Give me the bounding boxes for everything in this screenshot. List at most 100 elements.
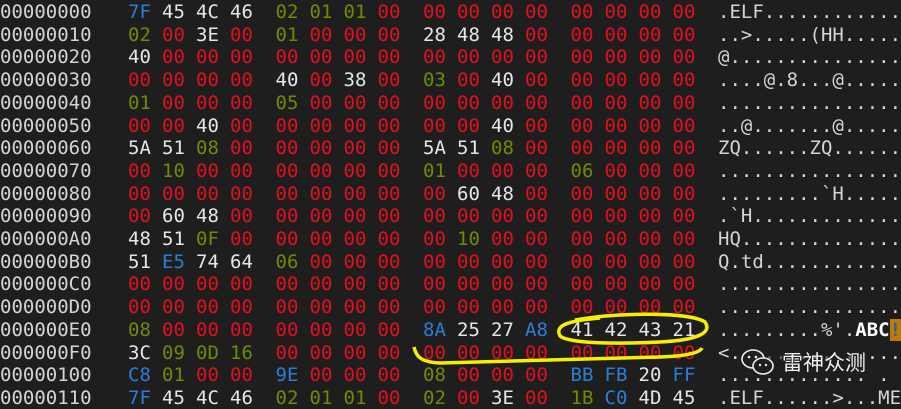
hex-byte[interactable]: 00 bbox=[378, 1, 402, 23]
hex-byte[interactable]: 00 bbox=[525, 342, 549, 364]
hex-byte[interactable]: 00 bbox=[196, 183, 220, 205]
hex-byte[interactable]: 00 bbox=[525, 205, 549, 227]
hex-byte[interactable]: 00 bbox=[525, 160, 549, 182]
hex-byte[interactable]: 00 bbox=[162, 273, 186, 295]
hex-byte[interactable]: 00 bbox=[196, 160, 220, 182]
hex-byte[interactable]: 40 bbox=[128, 46, 152, 68]
hex-byte[interactable]: 00 bbox=[276, 319, 300, 341]
ascii-column[interactable]: .........`H..... bbox=[718, 183, 901, 205]
hex-byte[interactable]: 7F bbox=[128, 1, 152, 23]
hex-byte[interactable]: 00 bbox=[639, 24, 663, 46]
hex-byte[interactable]: 00 bbox=[605, 1, 629, 23]
hex-byte[interactable]: 00 bbox=[673, 296, 697, 318]
hex-byte[interactable]: 00 bbox=[378, 46, 402, 68]
hex-byte[interactable]: 00 bbox=[378, 92, 402, 114]
hex-byte[interactable]: 02 bbox=[276, 1, 300, 23]
hex-byte[interactable]: 00 bbox=[344, 115, 368, 137]
hex-byte[interactable]: 00 bbox=[571, 183, 595, 205]
hex-byte[interactable]: 00 bbox=[378, 183, 402, 205]
hex-byte[interactable]: 00 bbox=[230, 115, 254, 137]
hex-byte[interactable]: 5A bbox=[423, 137, 447, 159]
hex-byte[interactable]: C8 bbox=[128, 364, 152, 386]
hex-byte[interactable]: 00 bbox=[378, 160, 402, 182]
hex-byte[interactable]: 00 bbox=[571, 273, 595, 295]
hex-byte[interactable]: 00 bbox=[457, 92, 481, 114]
hex-byte[interactable]: 00 bbox=[162, 69, 186, 91]
hex-byte[interactable]: 00 bbox=[128, 69, 152, 91]
hex-byte[interactable]: 00 bbox=[378, 251, 402, 273]
hex-byte[interactable]: 00 bbox=[639, 205, 663, 227]
hex-byte[interactable]: 00 bbox=[491, 92, 515, 114]
hex-byte[interactable]: 00 bbox=[491, 1, 515, 23]
hex-byte[interactable]: 08 bbox=[196, 137, 220, 159]
hex-byte[interactable]: 00 bbox=[491, 160, 515, 182]
hex-byte[interactable]: 00 bbox=[230, 205, 254, 227]
hex-byte[interactable]: 51 bbox=[128, 251, 152, 273]
hex-byte[interactable]: 20 bbox=[639, 364, 663, 386]
hex-byte[interactable]: 00 bbox=[639, 296, 663, 318]
hex-byte[interactable]: 00 bbox=[230, 69, 254, 91]
hex-byte[interactable]: 00 bbox=[344, 183, 368, 205]
hex-byte[interactable]: E5 bbox=[162, 251, 186, 273]
hex-byte[interactable]: 00 bbox=[423, 273, 447, 295]
hex-byte[interactable]: 00 bbox=[673, 24, 697, 46]
hex-byte[interactable]: 00 bbox=[310, 24, 334, 46]
hex-byte[interactable]: 00 bbox=[673, 228, 697, 250]
hex-byte[interactable]: 42 bbox=[605, 319, 629, 341]
hex-byte[interactable]: FB bbox=[605, 364, 629, 386]
hex-byte[interactable]: 00 bbox=[423, 92, 447, 114]
hex-byte[interactable]: 00 bbox=[639, 273, 663, 295]
hex-byte[interactable]: 00 bbox=[230, 296, 254, 318]
hex-byte[interactable]: 40 bbox=[491, 115, 515, 137]
hex-byte[interactable]: 00 bbox=[525, 137, 549, 159]
hex-byte[interactable]: 08 bbox=[128, 319, 152, 341]
hex-byte[interactable]: 01 bbox=[128, 92, 152, 114]
hex-byte[interactable]: 00 bbox=[378, 228, 402, 250]
hex-byte[interactable]: 00 bbox=[605, 228, 629, 250]
hex-byte[interactable]: 00 bbox=[276, 296, 300, 318]
hex-byte[interactable]: 00 bbox=[310, 296, 334, 318]
hex-byte[interactable]: 00 bbox=[344, 24, 368, 46]
hex-byte[interactable]: 00 bbox=[525, 228, 549, 250]
hex-byte[interactable]: 00 bbox=[378, 342, 402, 364]
hex-byte[interactable]: 00 bbox=[457, 69, 481, 91]
hex-byte[interactable]: 00 bbox=[276, 160, 300, 182]
hex-byte[interactable]: 00 bbox=[230, 273, 254, 295]
hex-byte[interactable]: 00 bbox=[276, 342, 300, 364]
hex-byte[interactable]: 00 bbox=[230, 24, 254, 46]
hex-byte[interactable]: 00 bbox=[230, 137, 254, 159]
ascii-column[interactable]: ....@.8...@..... bbox=[718, 69, 901, 91]
hex-byte[interactable]: 40 bbox=[491, 69, 515, 91]
hex-byte[interactable]: 00 bbox=[457, 205, 481, 227]
hex-byte[interactable]: 00 bbox=[639, 46, 663, 68]
hex-byte[interactable]: 00 bbox=[310, 92, 334, 114]
hex-byte[interactable]: 00 bbox=[230, 228, 254, 250]
hex-byte[interactable]: 03 bbox=[423, 69, 447, 91]
hex-byte[interactable]: 00 bbox=[196, 364, 220, 386]
hex-byte[interactable]: 00 bbox=[491, 364, 515, 386]
hex-byte[interactable]: 00 bbox=[344, 228, 368, 250]
hex-byte[interactable]: 00 bbox=[128, 183, 152, 205]
hex-byte[interactable]: 0F bbox=[196, 228, 220, 250]
hex-byte[interactable]: 00 bbox=[344, 251, 368, 273]
hex-byte[interactable]: 00 bbox=[605, 69, 629, 91]
ascii-column[interactable]: ................ bbox=[718, 160, 901, 182]
hex-byte[interactable]: 43 bbox=[639, 319, 663, 341]
hex-byte[interactable]: 16 bbox=[230, 342, 254, 364]
hex-byte[interactable]: 00 bbox=[378, 205, 402, 227]
hex-byte[interactable]: 00 bbox=[310, 319, 334, 341]
hex-byte[interactable]: 4C bbox=[196, 1, 220, 23]
hex-byte[interactable]: 3C bbox=[128, 342, 152, 364]
hex-byte[interactable]: 00 bbox=[276, 115, 300, 137]
hex-byte[interactable]: 00 bbox=[310, 228, 334, 250]
hex-byte[interactable]: 00 bbox=[639, 69, 663, 91]
hex-byte[interactable]: 00 bbox=[457, 273, 481, 295]
hex-byte[interactable]: 00 bbox=[605, 296, 629, 318]
hex-byte[interactable]: 00 bbox=[378, 137, 402, 159]
hex-byte[interactable]: 00 bbox=[639, 228, 663, 250]
hex-byte[interactable]: 48 bbox=[128, 228, 152, 250]
hex-byte[interactable]: 41 bbox=[571, 319, 595, 341]
hex-byte[interactable]: 00 bbox=[457, 160, 481, 182]
hex-byte[interactable]: 00 bbox=[378, 69, 402, 91]
hex-byte[interactable]: 00 bbox=[525, 92, 549, 114]
